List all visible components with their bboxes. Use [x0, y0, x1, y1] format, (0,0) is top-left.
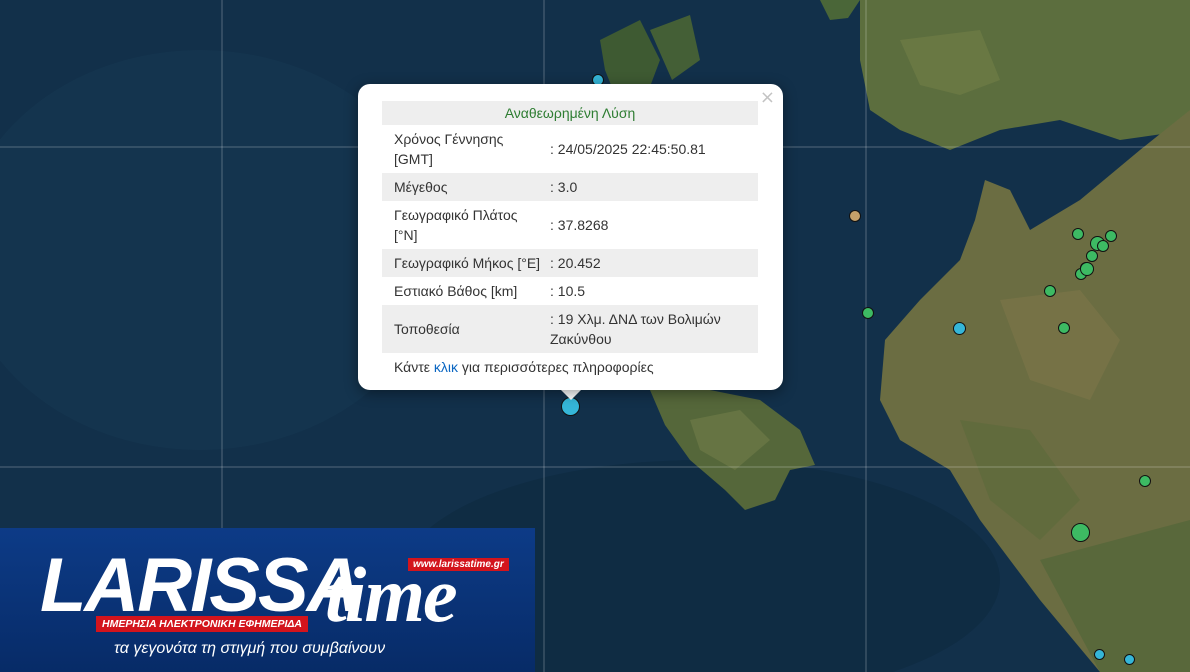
earthquake-marker[interactable]: [862, 307, 874, 319]
earthquake-marker[interactable]: [1097, 240, 1109, 252]
row-value: : 19 Χλμ. ΔΝΔ των Βολιμών Ζακύνθου: [546, 305, 758, 353]
row-label: Γεωγραφικό Μήκος [°E]: [382, 249, 546, 277]
larissatime-logo: LARISSA time www.larissatime.gr ΗΜΕΡΗΣΙΑ…: [0, 528, 535, 672]
row-value: : 3.0: [546, 173, 758, 201]
close-icon[interactable]: ×: [760, 88, 775, 108]
row-label: Εστιακό Βάθος [km]: [394, 283, 518, 299]
logo-tagline: τα γεγονότα τη στιγμή που συμβαίνουν: [114, 640, 386, 657]
earthquake-marker[interactable]: [1094, 649, 1105, 660]
earthquake-info-popup: × Αναθεωρημένη Λύση Χρόνος Γέννησης [GMT…: [358, 84, 783, 390]
row-label: Μέγεθος: [382, 173, 546, 201]
earthquake-marker[interactable]: [953, 322, 966, 335]
row-value: : 10.5: [550, 283, 586, 299]
table-row: Εστιακό Βάθος [km] : 10.5: [382, 277, 758, 305]
row-label: Τοποθεσία: [382, 305, 546, 353]
earthquake-marker[interactable]: [1086, 250, 1098, 262]
popup-footer: Κάντε κλικ για περισσότερες πληροφορίες: [382, 353, 758, 381]
earthquake-marker[interactable]: [849, 210, 861, 222]
footer-suffix: για περισσότερες πληροφορίες: [458, 359, 654, 375]
earthquake-marker[interactable]: [1071, 523, 1090, 542]
table-row: Τοποθεσία : 19 Χλμ. ΔΝΔ των Βολιμών Ζακύ…: [382, 305, 758, 353]
row-label: Γεωγραφικό Πλάτος [°N]: [394, 207, 518, 243]
earthquake-marker[interactable]: [1080, 262, 1094, 276]
row-value: : 37.8268: [550, 217, 609, 233]
row-label: Χρόνος Γέννησης [GMT]: [394, 131, 504, 167]
earthquake-marker[interactable]: [1072, 228, 1084, 240]
earthquake-marker[interactable]: [1044, 285, 1056, 297]
popup-title: Αναθεωρημένη Λύση: [382, 101, 758, 125]
earthquake-marker[interactable]: [1139, 475, 1151, 487]
table-row: Μέγεθος : 3.0: [382, 173, 758, 201]
table-row: Γεωγραφικό Πλάτος [°N] : 37.8268: [382, 201, 758, 249]
footer-prefix: Κάντε: [394, 359, 434, 375]
table-row: Γεωγραφικό Μήκος [°E] : 20.452: [382, 249, 758, 277]
earthquake-marker[interactable]: [1124, 654, 1135, 665]
logo-subtitle: ΗΜΕΡΗΣΙΑ ΗΛΕΚΤΡΟΝΙΚΗ ΕΦΗΜΕΡΙΔΑ: [96, 616, 309, 632]
earthquake-marker[interactable]: [1105, 230, 1117, 242]
earthquake-marker[interactable]: [1058, 322, 1070, 334]
table-row: Χρόνος Γέννησης [GMT] : 24/05/2025 22:45…: [382, 125, 758, 173]
logo-url: www.larissatime.gr: [408, 558, 509, 571]
row-value: : 24/05/2025 22:45:50.81: [550, 141, 706, 157]
row-value: : 20.452: [546, 249, 758, 277]
earthquake-details-table: Αναθεωρημένη Λύση Χρόνος Γέννησης [GMT] …: [382, 101, 758, 381]
more-info-link[interactable]: κλικ: [434, 359, 458, 375]
